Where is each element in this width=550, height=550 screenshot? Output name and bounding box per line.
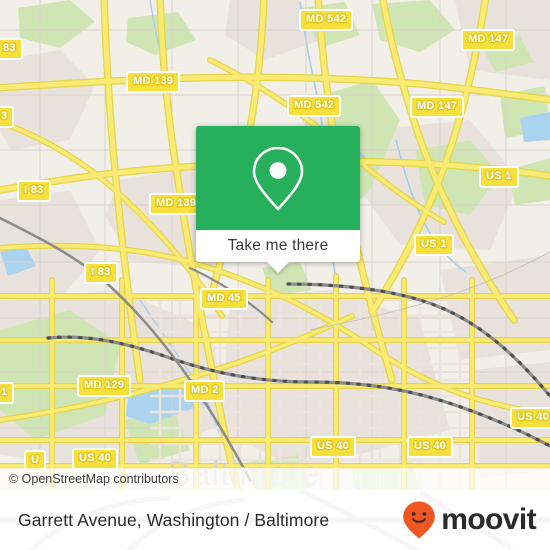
highway-shield: US 1: [479, 166, 519, 188]
location-title: Garrett Avenue, Washington / Baltimore: [18, 509, 330, 530]
highway-shield: MD 139: [126, 71, 181, 93]
highway-shield: 3: [0, 106, 15, 128]
take-me-there-label: Take me there: [227, 237, 329, 254]
popup-pointer-tail: [267, 262, 289, 273]
moovit-wordmark: moovit: [441, 503, 536, 536]
footer-content: Garrett Avenue, Washington / Baltimore m…: [0, 490, 550, 550]
highway-shield: MD 2: [184, 380, 226, 402]
highway-shield: MD 45: [200, 288, 248, 310]
location-popup-card[interactable]: Take me there: [196, 126, 360, 273]
take-me-there-button[interactable]: Take me there: [196, 230, 360, 262]
highway-shield: MD 542: [299, 9, 354, 31]
highway-shield: 1: [0, 382, 15, 404]
highway-shield: US 40: [510, 407, 550, 429]
highway-shield: 83: [0, 38, 23, 60]
popup-image-area: [196, 126, 360, 230]
highway-shield: US 40: [72, 448, 119, 470]
highway-shield: I 83: [84, 262, 118, 284]
map-viewport[interactable]: Baltimore MD 542MD 147MD 542MD 147MD 139…: [0, 0, 550, 490]
map-attribution-bar: © OpenStreetMap contributors: [0, 468, 550, 490]
highway-shield: MD 147: [410, 96, 465, 118]
page-footer: Garrett Avenue, Washington / Baltimore m…: [0, 490, 550, 550]
highway-shield: MD 129: [77, 375, 132, 397]
osm-attribution-text: © OpenStreetMap contributors: [9, 472, 179, 486]
map-pin-icon: [252, 146, 304, 211]
highway-shield: US 1: [414, 234, 454, 256]
screenshot-root: Baltimore MD 542MD 147MD 542MD 147MD 139…: [0, 0, 550, 550]
highway-shield: I 83: [17, 180, 51, 202]
moovit-smiley-pin-icon: [403, 501, 436, 539]
highway-shield: US 40: [310, 436, 357, 458]
highway-shield: US 40: [407, 436, 454, 458]
highway-shield: MD 147: [461, 29, 516, 51]
highway-shield: MD 542: [287, 95, 342, 117]
moovit-brand[interactable]: moovit: [401, 500, 537, 540]
